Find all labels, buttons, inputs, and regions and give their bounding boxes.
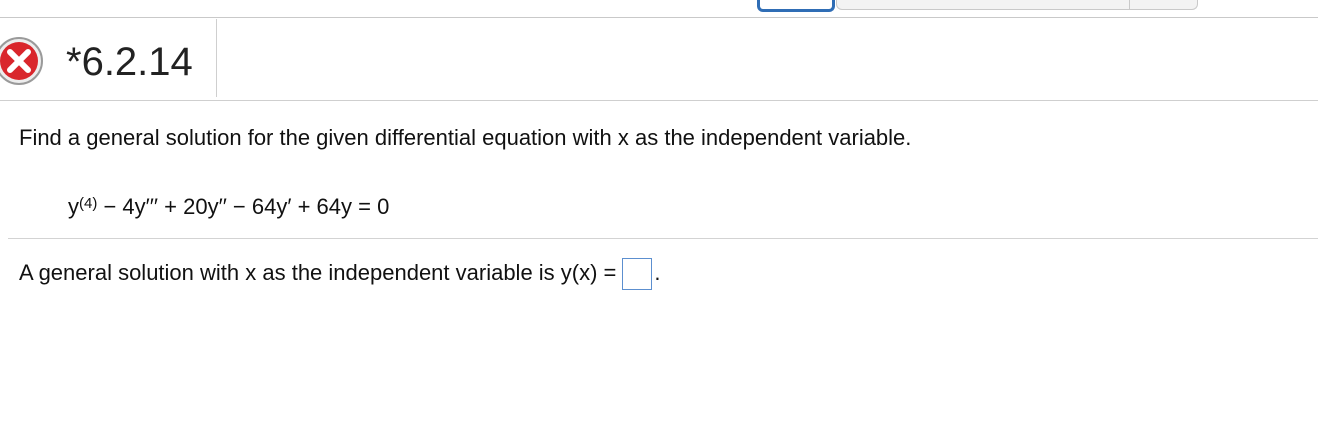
answer-suffix: .	[654, 260, 661, 285]
differential-equation: y(4) − 4y′′′ + 20y′′ − 64y′ + 64y = 0	[68, 193, 389, 221]
question-instruction: Find a general solution for the given di…	[19, 125, 912, 150]
tab-inactive[interactable]	[836, 0, 1198, 10]
tab-active[interactable]	[757, 0, 835, 12]
incorrect-x-icon	[0, 37, 43, 85]
equation-rest: − 4y′′′ + 20y′′ − 64y′ + 64y = 0	[97, 194, 390, 219]
header-horizontal-divider	[0, 100, 1318, 101]
top-divider	[0, 17, 1318, 18]
problem-number: *6.2.14	[66, 40, 193, 84]
header-vertical-divider	[216, 19, 217, 97]
answer-prompt: A general solution with x as the indepen…	[19, 260, 617, 285]
tab-divider	[1129, 0, 1130, 9]
answer-line: A general solution with x as the indepen…	[19, 258, 661, 291]
equation-superscript: (4)	[79, 195, 98, 212]
answer-input[interactable]	[622, 258, 653, 291]
equation-base: y	[68, 194, 79, 219]
section-divider	[8, 238, 1318, 239]
